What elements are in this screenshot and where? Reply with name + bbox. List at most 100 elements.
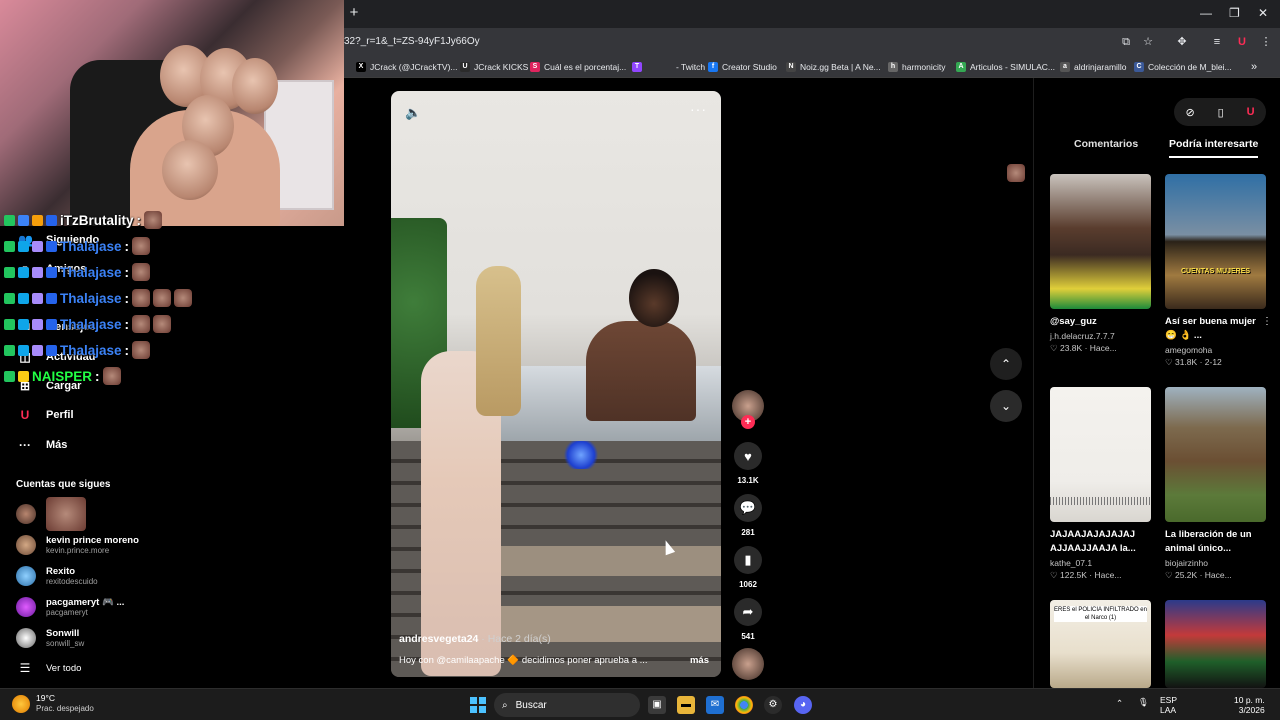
badge-icon xyxy=(4,240,15,252)
language-indicator[interactable]: ESP LAA xyxy=(1160,695,1177,715)
bookmark-item[interactable]: a aldrinjaramillo xyxy=(1060,60,1126,74)
menu-icon[interactable]: ⋮ xyxy=(1258,34,1274,50)
caption-more-link[interactable]: más xyxy=(690,655,709,666)
emote-icon xyxy=(102,367,121,385)
tab-comments[interactable]: Comentarios xyxy=(1074,138,1138,150)
see-all-link[interactable]: ☰ Ver todo xyxy=(18,661,82,675)
more-options-icon[interactable]: ··· xyxy=(690,101,707,117)
weather-widget[interactable]: 19°C Prac. despejado xyxy=(12,693,94,714)
task-view-icon[interactable]: ▣ xyxy=(648,696,666,714)
url-text[interactable]: 32?_r=1&_t=ZS-94yF1Jy66Oy xyxy=(344,36,480,47)
search-icon: ⌕ xyxy=(502,699,508,711)
video-author[interactable]: andresvegeta24 · Hace 2 día(s) xyxy=(399,633,551,645)
badge-icon xyxy=(32,214,43,226)
close-icon[interactable]: ✕ xyxy=(1258,6,1268,20)
badge-icon xyxy=(4,292,15,304)
minimize-icon[interactable]: — xyxy=(1200,6,1212,20)
avatar xyxy=(16,597,36,617)
save-button[interactable]: ▮ 1062 xyxy=(732,546,764,589)
share-button[interactable]: ➦ 541 xyxy=(732,598,764,641)
followed-account[interactable]: kevin prince moreno kevin.prince.more xyxy=(16,531,139,559)
chrome-icon[interactable] xyxy=(735,696,753,714)
video-thumbnail: CUENTAS MUJERES xyxy=(1165,174,1266,309)
followed-account[interactable] xyxy=(16,497,86,531)
badge-icon xyxy=(46,240,57,252)
screen: { "browser": { "url": "32?_r=1&_t=ZS-94y… xyxy=(0,0,1280,720)
volume-icon[interactable]: 🔈 xyxy=(405,105,421,121)
profile-icon[interactable]: U xyxy=(1234,34,1250,50)
app-icon[interactable]: ⚙ xyxy=(764,696,782,714)
previous-video-button[interactable]: ⌃ xyxy=(990,348,1022,380)
microphone-icon[interactable]: 🎙 xyxy=(1138,697,1149,707)
followed-account[interactable]: Sonwill sonwill_sw xyxy=(16,624,84,652)
followed-account[interactable]: pacgameryt 🎮 ... pacgameryt xyxy=(16,593,124,621)
more-bookmarks-icon[interactable]: » xyxy=(1251,60,1257,74)
suggested-video-card[interactable] xyxy=(1165,600,1266,688)
bookmark-item[interactable]: A Articulos - SIMULAC... xyxy=(956,60,1055,74)
bookmark-item[interactable]: X JCrack (@JCrackTV)... xyxy=(356,60,458,74)
video-caption: Hoy con @camilaapache 🔶 decidimos poner … xyxy=(399,655,648,666)
avatar xyxy=(16,504,36,524)
discord-icon[interactable]: ◕ xyxy=(794,696,812,714)
profile-icon[interactable]: U xyxy=(1247,106,1255,118)
extensions-icon[interactable]: ✥ xyxy=(1174,34,1190,50)
emote-icon xyxy=(132,341,151,359)
start-button[interactable] xyxy=(470,697,486,713)
mail-icon[interactable]: ✉ xyxy=(706,696,724,714)
bookmark-item[interactable]: f Creator Studio xyxy=(708,60,777,74)
taskbar-search[interactable]: ⌕ Buscar xyxy=(494,693,640,717)
maximize-icon[interactable]: ❐ xyxy=(1229,6,1240,20)
heart-icon: ♥ xyxy=(734,442,762,470)
card-stats: ♡ 31.8K · 2-12 xyxy=(1165,357,1222,367)
chat-line: Thalajase: xyxy=(4,288,193,308)
file-explorer-icon[interactable]: ▬ xyxy=(677,696,695,714)
music-disc[interactable] xyxy=(732,648,764,680)
card-stats: ♡ 25.2K · Hace... xyxy=(1165,570,1232,580)
blue-light xyxy=(561,441,601,469)
sidebar-item-more[interactable]: ··· Más xyxy=(18,438,67,452)
suggested-video-card[interactable]: La liberación de un animal único... bioj… xyxy=(1165,387,1266,581)
bookmark-star-icon[interactable]: ☆ xyxy=(1140,34,1156,50)
weather-icon xyxy=(12,694,30,713)
tray-chevron-icon[interactable]: ⌃ xyxy=(1116,698,1123,708)
tab-suggested[interactable]: Podría interesarte xyxy=(1169,138,1259,158)
badge-icon xyxy=(46,344,57,356)
bookmark-item[interactable]: S Cuál es el porcentaj... xyxy=(530,60,626,74)
badge-icon xyxy=(4,344,15,356)
followed-account[interactable]: Rexito rexitodescuido xyxy=(16,562,98,590)
cast-icon[interactable]: ⧉ xyxy=(1118,34,1134,50)
suggested-video-card[interactable]: @say_guz j.h.delacruz.7.7.7 ♡ 23.8K · Ha… xyxy=(1050,174,1151,354)
badge-icon xyxy=(18,266,29,278)
new-tab-button[interactable]: + xyxy=(346,5,362,21)
bookmark-item[interactable]: C Colección de M_blei... xyxy=(1134,60,1232,74)
suggested-video-card[interactable]: ERES el POLICIA INFILTRADO en el Narco (… xyxy=(1050,600,1151,688)
follow-plus-icon[interactable]: + xyxy=(741,415,755,429)
avatar xyxy=(16,535,36,555)
bookmark-item[interactable]: N Noiz.gg Beta | A Ne... xyxy=(786,60,881,74)
taskbar: 19°C Prac. despejado ⌕ Buscar ▣ ▬ ✉ ⚙ ◕ ⌃ … xyxy=(0,688,1280,720)
chat-line: Thalajase: xyxy=(4,314,172,334)
crown-icon xyxy=(18,370,29,382)
avatar xyxy=(16,628,36,648)
suggested-video-card[interactable]: JAJAAJAJAJAJAJ AJJAAJJAAJA la... kathe_0… xyxy=(1050,387,1151,581)
phone-icon[interactable]: ▯ xyxy=(1218,106,1224,119)
badge-icon xyxy=(32,292,43,304)
like-button[interactable]: ♥ 13.1K xyxy=(732,442,764,485)
bookmark-item[interactable]: h harmonicity xyxy=(888,60,945,74)
face-overlay xyxy=(760,498,808,552)
suggested-video-card[interactable]: CUENTAS MUJERES Así ser buena mujer😁 👌 .… xyxy=(1165,174,1272,368)
x-icon: X xyxy=(356,62,366,72)
harmonicity-icon: h xyxy=(888,62,898,72)
next-video-button[interactable]: ⌄ xyxy=(990,390,1022,422)
sidebar-item-profile[interactable]: U Perfil xyxy=(18,408,74,422)
clock[interactable]: 10 p. m. 3/2026 xyxy=(1234,695,1265,715)
compass-icon[interactable]: ⊘ xyxy=(1185,106,1194,119)
collection-icon: C xyxy=(1134,62,1144,72)
badge-icon xyxy=(32,266,43,278)
bookmark-item[interactable]: U JCrack KICKS xyxy=(460,60,528,74)
globe-icon: a xyxy=(1060,62,1070,72)
media-icon[interactable]: ≡ xyxy=(1209,34,1225,50)
more-options-icon[interactable]: ⋮ xyxy=(1262,316,1272,327)
face-overlay xyxy=(636,54,672,94)
video-player[interactable]: 🔈 ··· andresvegeta24 · Hace 2 día(s) Hoy… xyxy=(391,91,721,677)
